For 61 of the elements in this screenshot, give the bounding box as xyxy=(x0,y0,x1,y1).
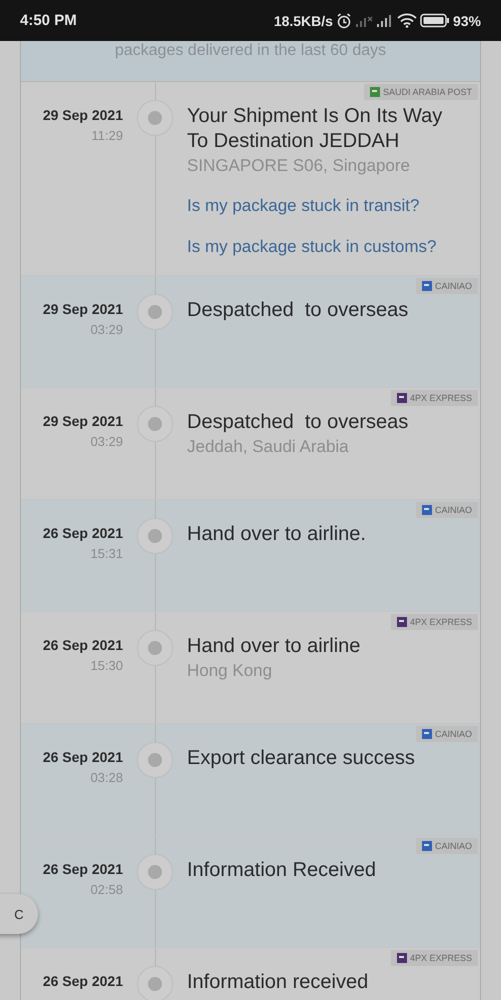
event-time: 03:29 xyxy=(90,434,123,449)
carrier-logo-icon xyxy=(422,841,432,851)
help-link[interactable]: Is my package stuck in transit? xyxy=(187,196,420,216)
carrier-name: CAINIAO xyxy=(434,505,472,515)
carrier-name: SAUDI ARABIA POST xyxy=(382,87,472,97)
carrier-logo-icon xyxy=(422,281,432,291)
carrier-name: 4PX EXPRESS xyxy=(410,617,472,627)
event-time: 02:58 xyxy=(90,882,123,897)
event-location: SINGAPORE S06, Singapore xyxy=(187,156,410,176)
event-date: 26 Sep 2021 xyxy=(42,637,123,653)
signal-icon xyxy=(376,14,394,28)
carrier-name: 4PX EXPRESS xyxy=(410,393,472,403)
event-date: 29 Sep 2021 xyxy=(42,301,123,317)
event-title: Your Shipment Is On Its Way To Destination JEDDAH xyxy=(187,104,444,154)
battery-icon xyxy=(420,13,450,28)
event-title: Despatched to overseas xyxy=(187,298,408,323)
alarm-icon xyxy=(336,12,352,28)
carrier-logo-icon xyxy=(396,393,407,403)
timeline-node-icon xyxy=(136,517,174,555)
help-link[interactable]: Is my package stuck in customs? xyxy=(187,237,436,257)
event-time: 15:31 xyxy=(90,546,123,561)
carrier-name: CAINIAO xyxy=(434,729,472,739)
status-time: 4:50 PM xyxy=(20,12,77,29)
carrier-logo-icon xyxy=(396,953,407,963)
timeline-node-icon xyxy=(136,99,174,137)
event-title: Information received xyxy=(187,970,368,995)
wifi-icon xyxy=(396,13,417,28)
event-location: Hong Kong xyxy=(187,661,272,681)
event-time: 03:29 xyxy=(90,322,123,337)
battery-percent: 93% xyxy=(452,12,481,28)
event-date: 26 Sep 2021 xyxy=(42,973,123,989)
carrier-name: CAINIAO xyxy=(434,841,472,851)
event-title: Hand over to airline xyxy=(187,634,360,659)
timeline-node-icon xyxy=(136,741,174,779)
event-date: 26 Sep 2021 xyxy=(42,861,123,877)
event-date: 29 Sep 2021 xyxy=(42,413,123,429)
event-title: Despatched to overseas xyxy=(187,410,408,435)
carrier-logo-icon xyxy=(370,87,380,97)
carrier-name: 4PX EXPRESS xyxy=(410,953,472,963)
event-time: 03:28 xyxy=(90,770,123,785)
carrier-logo-icon xyxy=(396,617,407,627)
event-date: 26 Sep 2021 xyxy=(42,749,123,765)
event-date: 26 Sep 2021 xyxy=(42,525,123,541)
timeline-node-icon xyxy=(136,853,174,891)
event-title: Information Received xyxy=(187,858,376,883)
signal-icon xyxy=(354,14,373,28)
event-location: Jeddah, Saudi Arabia xyxy=(187,437,349,457)
carrier-name: CAINIAO xyxy=(434,281,472,291)
timeline-node-icon xyxy=(136,293,174,331)
timeline-node-icon xyxy=(136,629,174,667)
event-time: 15:30 xyxy=(90,658,123,673)
event-title: Hand over to airline. xyxy=(187,522,366,547)
timeline-node-icon xyxy=(136,405,174,443)
timeline-node-icon xyxy=(136,965,174,1000)
floating-button[interactable]: C xyxy=(0,894,38,934)
carrier-logo-icon xyxy=(422,729,432,739)
carrier-logo-icon xyxy=(422,505,432,515)
network-speed: 18.5KB/s xyxy=(274,12,333,28)
event-time: 11:29 xyxy=(91,128,123,143)
event-date: 29 Sep 2021 xyxy=(42,107,123,123)
event-title: Export clearance success xyxy=(187,746,415,771)
